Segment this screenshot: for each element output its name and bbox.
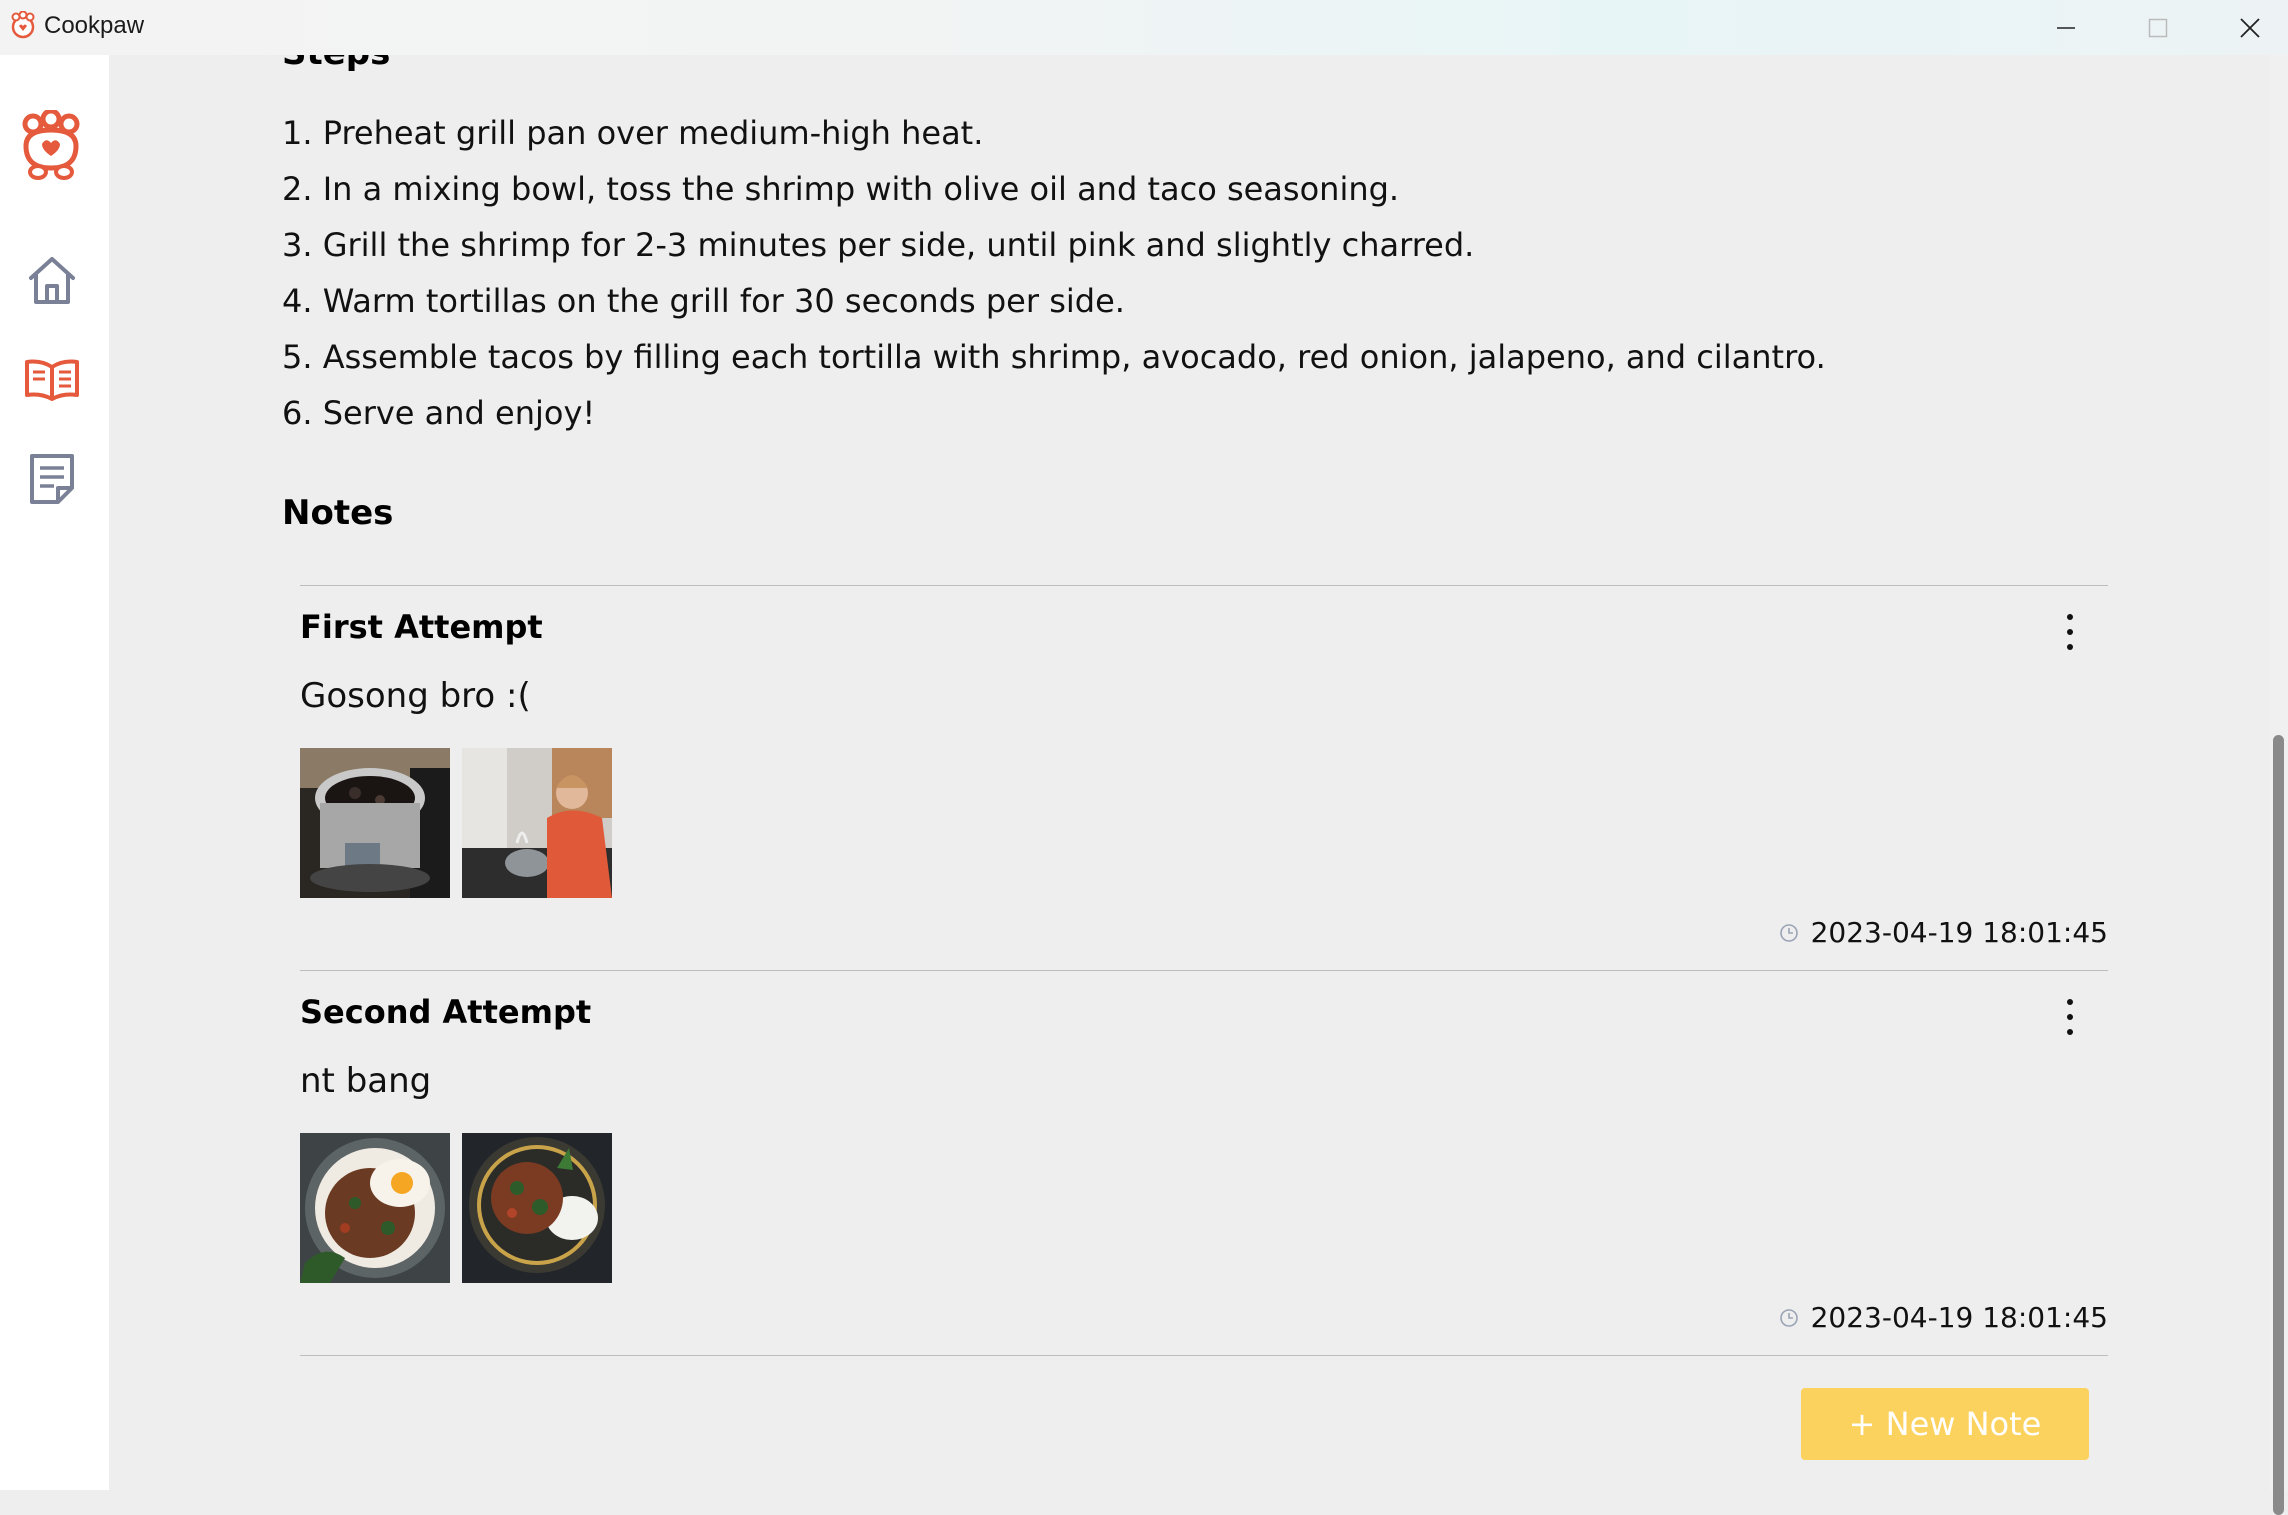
- scrollbar-thumb[interactable]: [2273, 735, 2284, 1515]
- minimize-button[interactable]: [2020, 0, 2112, 55]
- more-options-button[interactable]: [2060, 999, 2080, 1035]
- close-button[interactable]: [2204, 0, 2288, 55]
- home-icon: [29, 257, 75, 304]
- note-title: Second Attempt: [300, 993, 592, 1031]
- cookpaw-logo-icon: [11, 11, 35, 39]
- sidebar-item-notes[interactable]: [22, 449, 82, 509]
- notes-heading: Notes: [282, 493, 394, 533]
- note-image-stressed-cook[interactable]: [462, 748, 612, 898]
- timestamp-text: 2023-04-19 18:01:45: [1810, 916, 2108, 949]
- clock-icon: [1779, 923, 1798, 942]
- step-item: 3. Grill the shrimp for 2-3 minutes per …: [282, 226, 1475, 264]
- new-note-button[interactable]: + New Note: [1801, 1388, 2089, 1460]
- note-card: Second Attempt nt bang 2023-04-19 18:01:…: [300, 970, 2108, 1356]
- kebab-dot-icon: [2067, 644, 2073, 650]
- book-icon: [25, 359, 79, 401]
- minimize-icon: [2057, 26, 2075, 29]
- cookpaw-cat-icon: [22, 110, 80, 180]
- close-icon: [2240, 17, 2260, 38]
- clock-icon: [1779, 1308, 1798, 1327]
- step-item: 1. Preheat grill pan over medium-high he…: [282, 114, 984, 152]
- kebab-dot-icon: [2067, 629, 2073, 635]
- note-images: [300, 748, 612, 898]
- note-timestamp: 2023-04-19 18:01:45: [1779, 1301, 2108, 1334]
- step-item: 5. Assemble tacos by filling each tortil…: [282, 338, 1826, 376]
- window-title: Cookpaw: [44, 12, 145, 39]
- timestamp-text: 2023-04-19 18:01:45: [1810, 1301, 2108, 1334]
- note-title: First Attempt: [300, 608, 543, 646]
- step-item: 4. Warm tortillas on the grill for 30 se…: [282, 282, 1125, 320]
- note-images: [300, 1133, 612, 1283]
- divider: [300, 1355, 2108, 1356]
- maximize-button[interactable]: [2112, 0, 2204, 55]
- title-bar: Cookpaw: [0, 0, 2288, 55]
- main-content: Steps 1. Preheat grill pan over medium-h…: [109, 55, 2269, 1490]
- note-image-burnt-pot[interactable]: [300, 748, 450, 898]
- kebab-dot-icon: [2067, 1014, 2073, 1020]
- kebab-dot-icon: [2067, 1029, 2073, 1035]
- notes-icon: [30, 454, 74, 504]
- kebab-dot-icon: [2067, 999, 2073, 1005]
- note-text: nt bang: [300, 1061, 432, 1101]
- steps-heading: Steps: [282, 55, 390, 73]
- maximize-icon: [2148, 18, 2168, 37]
- steps-list: 1. Preheat grill pan over medium-high he…: [282, 105, 1826, 441]
- note-image-stirfry-egg[interactable]: [300, 1133, 450, 1283]
- step-item: 6. Serve and enjoy!: [282, 394, 596, 432]
- vertical-scrollbar[interactable]: [2269, 55, 2288, 1515]
- kebab-dot-icon: [2067, 614, 2073, 620]
- step-item: 2. In a mixing bowl, toss the shrimp wit…: [282, 170, 1400, 208]
- note-timestamp: 2023-04-19 18:01:45: [1779, 916, 2108, 949]
- note-card: First Attempt Gosong bro :(2023-04-19 1…: [300, 585, 2108, 971]
- sidebar: [0, 55, 109, 1490]
- sidebar-item-recipes[interactable]: [22, 350, 82, 410]
- note-image-stirfry-bowl[interactable]: [462, 1133, 612, 1283]
- more-options-button[interactable]: [2060, 614, 2080, 650]
- sidebar-item-home[interactable]: [22, 251, 82, 311]
- note-text: Gosong bro :(: [300, 676, 531, 716]
